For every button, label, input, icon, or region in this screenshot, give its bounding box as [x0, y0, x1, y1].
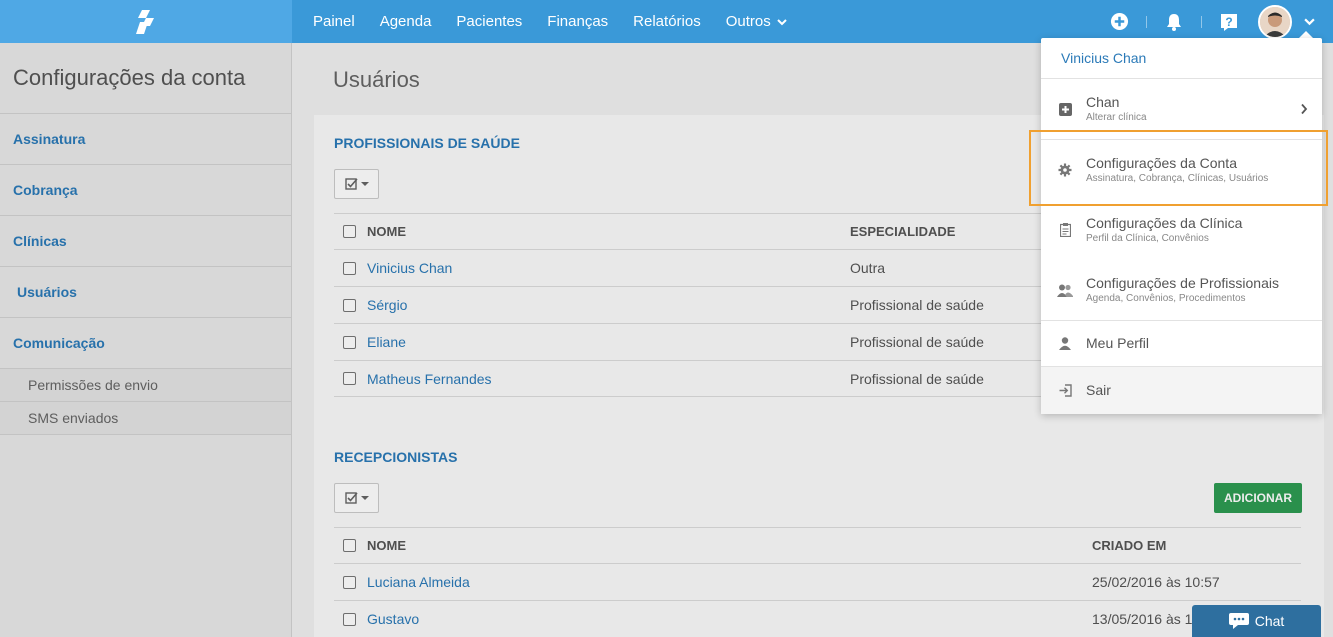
page-title: Usuários: [333, 67, 420, 92]
user-name-link[interactable]: Sérgio: [367, 297, 407, 313]
nav-financas[interactable]: Finanças: [547, 13, 608, 30]
nav-pacientes[interactable]: Pacientes: [456, 13, 522, 30]
nav-relatorios[interactable]: Relatórios: [633, 13, 701, 30]
logo[interactable]: [0, 0, 292, 43]
section-title-professionals: PROFISSIONAIS DE SAÚDE: [334, 135, 520, 151]
user-created-date: 25/02/2016 às 10:57: [1092, 574, 1220, 590]
select-all-checkbox[interactable]: [343, 539, 356, 552]
user-name-link[interactable]: Gustavo: [367, 611, 419, 627]
row-checkbox[interactable]: [343, 372, 356, 385]
menu-item-my-profile[interactable]: Meu Perfil: [1041, 321, 1322, 367]
sidebar-item-comunicacao[interactable]: Comunicação: [0, 318, 291, 369]
sidebar-item-assinatura[interactable]: Assinatura: [0, 114, 291, 165]
menu-item-title: Chan: [1086, 94, 1120, 110]
select-all-checkbox[interactable]: [343, 225, 356, 238]
sidebar-subitem-sms[interactable]: SMS enviados: [0, 402, 291, 435]
menu-item-title: Meu Perfil: [1086, 335, 1150, 351]
user-specialty: Outra: [850, 260, 886, 276]
bulk-action-button[interactable]: [334, 169, 379, 199]
bulk-action-button[interactable]: [334, 483, 379, 513]
menu-item-title: Configurações da Clínica: [1086, 215, 1243, 231]
caret-down-icon: [360, 496, 369, 500]
help-icon[interactable]: ?: [1218, 11, 1240, 33]
sidebar-subitem-permissoes[interactable]: Permissões de envio: [0, 369, 291, 402]
menu-item-title: Sair: [1086, 382, 1111, 398]
table-row: Gustavo 13/05/2016 às 1: [334, 600, 1301, 637]
user-name-link[interactable]: Matheus Fernandes: [367, 371, 492, 387]
sidebar-title: Configurações da conta: [0, 43, 291, 114]
menu-item-clinic-settings[interactable]: Configurações da Clínica Perfil da Clínic…: [1041, 200, 1322, 260]
sidebar-item-usuarios[interactable]: Usuários: [0, 267, 291, 318]
table-header: NOME CRIADO EM: [334, 527, 1301, 563]
chevron-down-icon[interactable]: [1304, 16, 1315, 27]
users-icon: [1057, 282, 1073, 298]
check-square-icon: [344, 178, 358, 190]
user-created-date: 13/05/2016 às 1: [1092, 611, 1193, 627]
column-header-name: NOME: [367, 538, 406, 553]
menu-item-title: Configurações de Profissionais: [1086, 275, 1279, 291]
plus-square-icon: [1057, 101, 1073, 117]
user-specialty: Profissional de saúde: [850, 297, 984, 313]
user-name-link[interactable]: Luciana Almeida: [367, 574, 470, 590]
sidebar: Configurações da conta Assinatura Cobran…: [0, 43, 292, 637]
user-icon: [1057, 336, 1073, 352]
menu-item-subtitle: Perfil da Clínica, Convênios: [1086, 233, 1209, 244]
section-title-receptionists: RECEPCIONISTAS: [334, 449, 458, 465]
row-checkbox[interactable]: [343, 612, 356, 626]
logo-icon: [136, 9, 154, 34]
svg-text:?: ?: [1225, 15, 1232, 29]
chevron-down-icon: [777, 18, 787, 25]
chat-label: Chat: [1254, 613, 1285, 629]
nav-painel[interactable]: Painel: [313, 13, 355, 30]
row-checkbox[interactable]: [343, 298, 356, 312]
user-name-link[interactable]: Eliane: [367, 334, 406, 350]
column-header-specialty: ESPECIALIDADE: [850, 224, 956, 239]
check-square-icon: [344, 492, 358, 504]
divider: [1201, 15, 1202, 28]
menu-item-logout[interactable]: Sair: [1041, 367, 1322, 414]
user-specialty: Profissional de saúde: [850, 334, 984, 350]
menu-item-subtitle: Agenda, Convênios, Procedimentos: [1086, 293, 1246, 304]
menu-item-subtitle: Alterar clínica: [1086, 112, 1147, 123]
top-bar: Painel Agenda Pacientes Finanças Relatór…: [0, 0, 1333, 43]
chat-button[interactable]: Chat: [1192, 605, 1321, 637]
divider: [1146, 15, 1147, 28]
user-menu-name: Vinicius Chan: [1041, 38, 1322, 79]
avatar[interactable]: [1258, 4, 1292, 39]
clipboard-icon: [1057, 222, 1073, 238]
highlight-box: [1029, 130, 1328, 206]
row-checkbox[interactable]: [343, 575, 356, 589]
row-checkbox[interactable]: [343, 261, 356, 275]
sidebar-item-cobranca[interactable]: Cobrança: [0, 165, 291, 216]
receptionists-table: NOME CRIADO EM Luciana Almeida 25/02/201…: [334, 527, 1301, 637]
column-header-created: CRIADO EM: [1092, 538, 1167, 553]
sidebar-item-clinicas[interactable]: Clínicas: [0, 216, 291, 267]
column-header-name: NOME: [367, 224, 406, 239]
sign-out-icon: [1057, 383, 1073, 399]
dropdown-caret: [1299, 31, 1313, 38]
user-specialty: Profissional de saúde: [850, 370, 984, 387]
chat-icon: [1228, 613, 1249, 629]
row-checkbox[interactable]: [343, 335, 356, 349]
chevron-right-icon: [1301, 103, 1308, 115]
menu-item-professional-settings[interactable]: Configurações de Profissionais Agenda, Co…: [1041, 260, 1322, 321]
user-menu: Vinicius Chan Chan Alterar clínica Config…: [1041, 38, 1322, 414]
caret-down-icon: [360, 182, 369, 186]
add-receptionist-button[interactable]: ADICIONAR: [1214, 483, 1302, 513]
nav-outros[interactable]: Outros: [726, 13, 787, 30]
user-name-link[interactable]: Vinicius Chan: [367, 260, 452, 276]
add-icon[interactable]: [1108, 11, 1130, 33]
table-row: Luciana Almeida 25/02/2016 às 10:57: [334, 563, 1301, 600]
nav-agenda[interactable]: Agenda: [380, 13, 432, 30]
main-nav: Painel Agenda Pacientes Finanças Relatór…: [313, 0, 812, 43]
bell-icon[interactable]: [1163, 11, 1185, 33]
